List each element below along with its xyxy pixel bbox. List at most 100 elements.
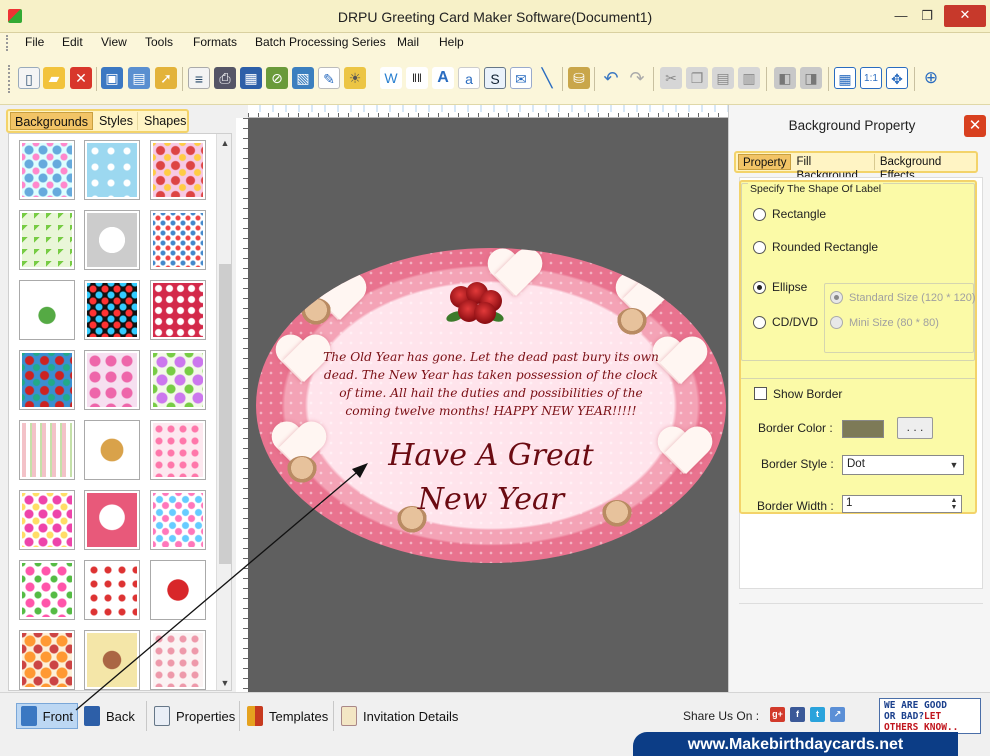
menu-view[interactable]: View — [101, 35, 127, 49]
background-thumbnail[interactable] — [19, 420, 75, 480]
background-thumbnail[interactable] — [19, 140, 75, 200]
shape-cd-dvd-radio[interactable]: CD/DVD — [753, 315, 818, 329]
standard-size-radio[interactable]: Standard Size (120 * 120) — [830, 291, 976, 304]
new-icon[interactable]: ▯ — [18, 67, 40, 89]
background-thumbnail[interactable] — [150, 280, 206, 340]
undo-icon[interactable]: ↶ — [600, 67, 622, 89]
zoom-icon[interactable]: ⊕ — [920, 67, 942, 89]
background-thumbnail[interactable] — [19, 280, 75, 340]
background-thumbnail[interactable] — [150, 630, 206, 690]
shape-rectangle-radio[interactable]: Rectangle — [753, 207, 826, 221]
card-greeting-text[interactable]: Have A Great New Year — [336, 434, 646, 522]
export-icon[interactable]: ➚ — [155, 67, 177, 89]
actual-size-icon[interactable]: 1:1 — [860, 67, 882, 89]
background-thumbnail[interactable] — [150, 140, 206, 200]
bring-front-icon[interactable]: ◧ — [774, 67, 796, 89]
background-thumbnail[interactable] — [150, 560, 206, 620]
gallery-scrollbar[interactable]: ▲ ▼ — [216, 134, 231, 690]
properties-icon[interactable]: ≡ — [188, 67, 210, 89]
shape-ellipse-radio[interactable]: Ellipse — [753, 280, 807, 294]
print-icon[interactable]: ⎙ — [214, 67, 236, 89]
word-art-icon[interactable]: a — [458, 67, 480, 89]
menu-tools[interactable]: Tools — [145, 35, 173, 49]
menu-batch-processing-series[interactable]: Batch Processing Series — [255, 35, 386, 49]
website-banner[interactable]: www.Makebirthdaycards.net — [633, 732, 958, 756]
copy-icon[interactable]: ❐ — [686, 67, 708, 89]
tab-background-effects[interactable]: Background Effects — [876, 154, 976, 182]
background-thumbnail[interactable] — [84, 630, 140, 690]
menu-formats[interactable]: Formats — [193, 35, 237, 49]
image-icon[interactable]: ▧ — [292, 67, 314, 89]
open-icon[interactable]: ▰ — [43, 67, 65, 89]
tab-fill-background[interactable]: Fill Background — [792, 154, 875, 182]
background-thumbnail[interactable] — [84, 420, 140, 480]
shape-rounded-rectangle-radio[interactable]: Rounded Rectangle — [753, 240, 878, 254]
menu-mail[interactable]: Mail — [397, 35, 419, 49]
background-thumbnail[interactable] — [84, 560, 140, 620]
tab-styles[interactable]: Styles — [95, 112, 139, 130]
menu-help[interactable]: Help — [439, 35, 464, 49]
background-thumbnail[interactable] — [19, 630, 75, 690]
background-thumbnail[interactable] — [84, 140, 140, 200]
signature-icon[interactable]: S — [484, 67, 506, 89]
scroll-up-icon[interactable]: ▲ — [217, 138, 231, 148]
database-icon[interactable]: ⛁ — [568, 67, 590, 89]
feedback-banner[interactable]: WE ARE GOOD OR BAD?LET OTHERS KNOW.. — [879, 698, 981, 734]
scroll-down-icon[interactable]: ▼ — [217, 678, 231, 688]
background-thumbnail[interactable] — [19, 490, 75, 550]
cut-icon[interactable]: ✂ — [660, 67, 682, 89]
spinner-arrows-icon[interactable]: ▲ ▼ — [948, 497, 960, 511]
paste-icon[interactable]: ▤ — [712, 67, 734, 89]
invitation-details-button[interactable]: Invitation Details — [337, 703, 462, 729]
background-thumbnail[interactable] — [84, 350, 140, 410]
tab-backgrounds[interactable]: Backgrounds — [10, 112, 93, 130]
barcode-icon[interactable]: ‖‖ — [406, 67, 428, 89]
print-preview-icon[interactable]: ▦ — [240, 67, 262, 89]
background-thumbnail[interactable] — [84, 490, 140, 550]
greeting-card[interactable]: The Old Year has gone. Let the dead past… — [256, 248, 726, 563]
border-width-spinner[interactable]: 1 ▲ ▼ — [842, 495, 962, 513]
show-border-checkbox[interactable] — [754, 387, 767, 400]
tab-shapes[interactable]: Shapes — [140, 112, 190, 130]
maximize-button[interactable]: ❐ — [914, 6, 940, 26]
close-window-button[interactable]: ✕ — [944, 5, 986, 27]
twitter-icon[interactable]: t — [810, 707, 825, 722]
grid-icon[interactable]: ▦ — [834, 67, 856, 89]
delete-icon[interactable]: ⊘ — [266, 67, 288, 89]
fit-window-icon[interactable]: ✥ — [886, 67, 908, 89]
close-doc-icon[interactable]: ✕ — [70, 67, 92, 89]
background-thumbnail[interactable] — [84, 210, 140, 270]
background-thumbnail[interactable] — [19, 350, 75, 410]
border-style-select[interactable]: Dot ▼ — [842, 455, 964, 475]
menu-file[interactable]: File — [25, 35, 44, 49]
google-plus-icon[interactable]: g+ — [770, 707, 785, 722]
tab-property[interactable]: Property — [738, 154, 792, 170]
border-color-swatch[interactable] — [842, 420, 884, 438]
front-button[interactable]: Front — [16, 703, 78, 729]
card-verse-text[interactable]: The Old Year has gone. Let the dead past… — [321, 348, 661, 420]
background-thumbnail[interactable] — [19, 560, 75, 620]
pen-icon[interactable]: ✎ — [318, 67, 340, 89]
redo-icon[interactable]: ↷ — [626, 67, 648, 89]
text-icon[interactable]: A — [432, 67, 454, 89]
share-icon[interactable]: ↗ — [830, 707, 845, 722]
background-thumbnail[interactable] — [150, 490, 206, 550]
templates-button[interactable]: Templates — [243, 703, 332, 729]
facebook-icon[interactable]: f — [790, 707, 805, 722]
paste-special-icon[interactable]: ▥ — [738, 67, 760, 89]
background-thumbnail[interactable] — [150, 350, 206, 410]
border-color-picker-button[interactable]: . . . — [897, 417, 933, 439]
background-thumbnail[interactable] — [150, 210, 206, 270]
back-button[interactable]: Back — [80, 703, 139, 729]
background-thumbnail[interactable] — [19, 210, 75, 270]
picture-icon[interactable]: ☀ — [344, 67, 366, 89]
email-icon[interactable]: ✉ — [510, 67, 532, 89]
watermark-icon[interactable]: W — [380, 67, 402, 89]
scrollbar-thumb[interactable] — [219, 264, 231, 564]
properties-button[interactable]: Properties — [150, 703, 239, 729]
send-back-icon[interactable]: ◨ — [800, 67, 822, 89]
menu-edit[interactable]: Edit — [62, 35, 83, 49]
minimize-button[interactable]: — — [888, 6, 914, 26]
background-thumbnail[interactable] — [84, 280, 140, 340]
background-thumbnail[interactable] — [150, 420, 206, 480]
